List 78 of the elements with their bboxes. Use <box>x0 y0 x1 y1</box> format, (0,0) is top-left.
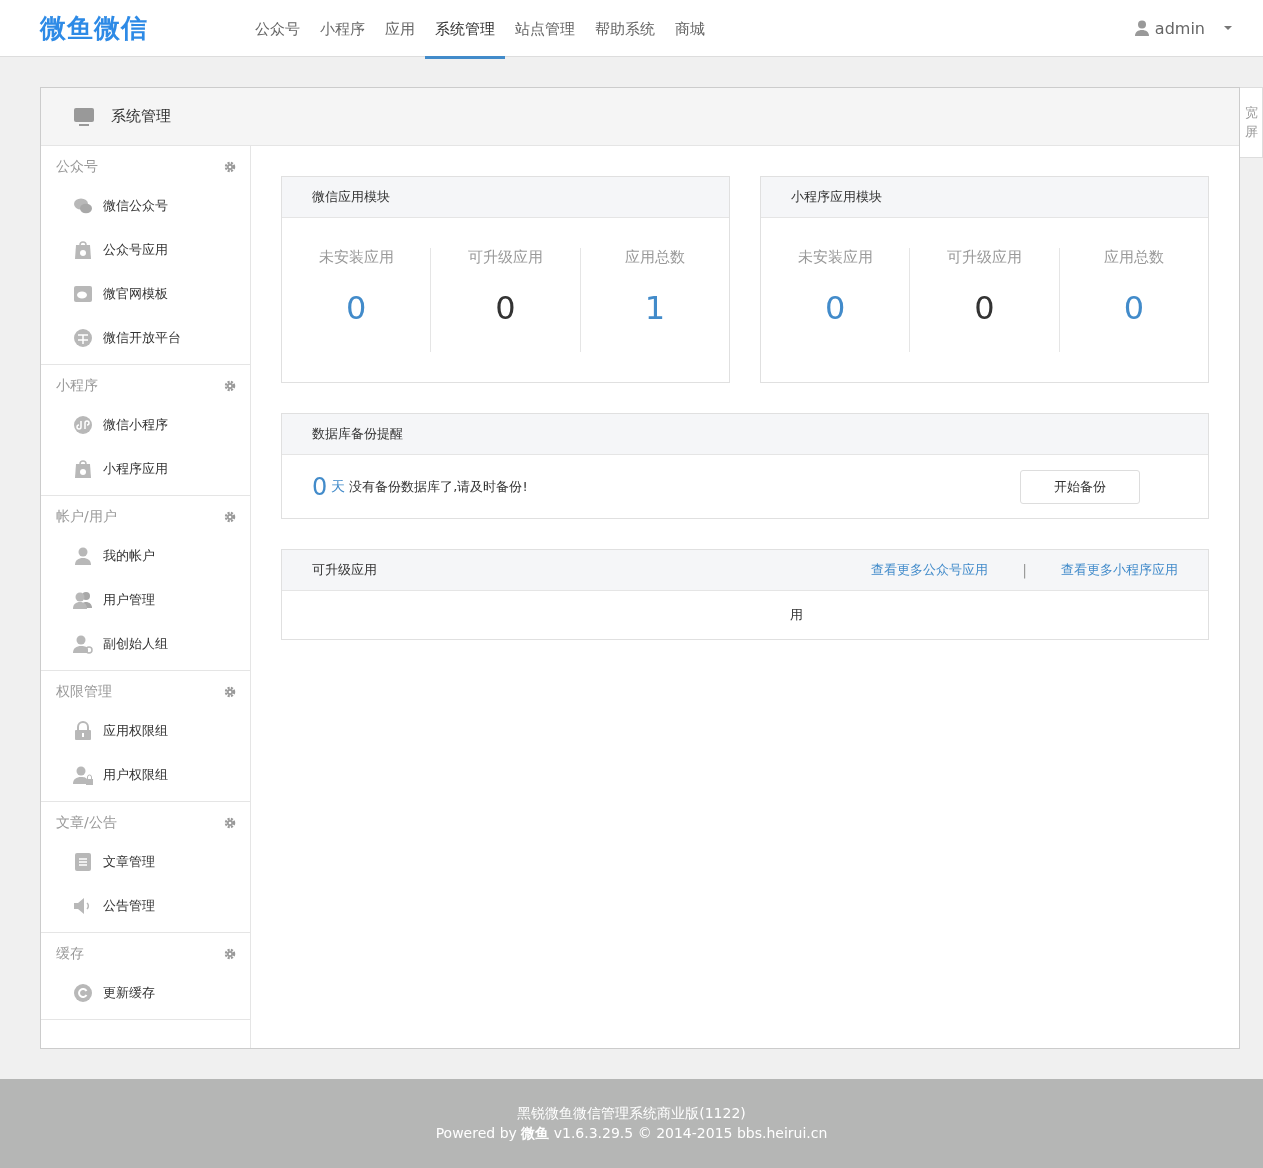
users-icon <box>73 590 93 610</box>
card-title: 可升级应用 <box>312 561 378 579</box>
settings-icon[interactable] <box>224 817 236 829</box>
user-gear-icon <box>73 634 93 654</box>
refresh-icon <box>73 983 93 1003</box>
stat-link[interactable]: 0 <box>825 289 846 327</box>
user-name[interactable]: admin <box>1154 18 1205 38</box>
platform-icon <box>73 328 93 348</box>
sidebar-group-title: 帐户/用户 <box>56 508 117 526</box>
stat-label: 可升级应用 <box>947 248 1022 267</box>
chat-bubbles-icon <box>73 196 93 216</box>
stat-link[interactable]: 0 <box>1123 289 1144 327</box>
sidebar-item[interactable]: 小程序应用 <box>41 447 250 491</box>
sidebar-group-title: 缓存 <box>56 945 84 963</box>
stat-label: 可升级应用 <box>468 248 543 267</box>
card-title: 小程序应用模块 <box>791 188 883 206</box>
sidebar-item[interactable]: 公众号应用 <box>41 228 250 272</box>
more-link[interactable]: 查看更多小程序应用 <box>1061 561 1178 579</box>
bag-icon <box>73 240 93 260</box>
settings-icon[interactable] <box>224 511 236 523</box>
mini-program-icon <box>73 415 93 435</box>
sidebar-group-title: 公众号 <box>56 158 98 176</box>
settings-icon[interactable] <box>224 686 236 698</box>
nav-tab[interactable]: 公众号 <box>245 0 310 59</box>
user-icon <box>1134 20 1149 36</box>
sidebar-item[interactable]: 用户管理 <box>41 578 250 622</box>
nav-tab[interactable]: 站点管理 <box>505 0 585 59</box>
caret-icon[interactable] <box>1223 25 1233 31</box>
start-backup-button[interactable]: 开始备份 <box>1020 469 1140 504</box>
sidebar-item[interactable]: 微信小程序 <box>41 403 250 447</box>
backup-days: 0 <box>312 472 328 501</box>
footer-text: Powered by 微鱼 v1.6.3.29.5 © 2014-2015 bbs.heirui.cn <box>435 1124 828 1143</box>
document-icon <box>73 852 93 872</box>
sidebar-item[interactable]: 微官网模板 <box>41 272 250 316</box>
sidebar-group-title: 小程序 <box>56 377 98 395</box>
logo[interactable]: 微鱼微信 <box>40 10 245 46</box>
sidebar-group-title: 权限管理 <box>56 683 112 701</box>
stat-count: 0 <box>974 289 995 327</box>
card-title: 微信应用模块 <box>312 188 391 206</box>
user-icon <box>73 546 93 566</box>
settings-icon[interactable] <box>224 380 236 392</box>
nav-tab[interactable]: 小程序 <box>310 0 375 59</box>
stat-label: 应用总数 <box>624 248 685 267</box>
sidebar-item[interactable]: 更新缓存 <box>41 971 250 1015</box>
nav-tab[interactable]: 帮助系统 <box>585 0 665 59</box>
stat-label: 应用总数 <box>1103 248 1164 267</box>
sidebar-group-title: 文章/公告 <box>56 814 117 832</box>
card-title: 数据库备份提醒 <box>312 425 404 443</box>
footer-text: 黑锐微鱼微信管理系统商业版(1122) <box>517 1104 746 1123</box>
sidebar-item[interactable]: 微信开放平台 <box>41 316 250 360</box>
user-lock-icon <box>73 765 93 785</box>
bag-icon <box>73 459 93 479</box>
days-unit: 天 <box>331 477 346 496</box>
sidebar-item[interactable]: 副创始人组 <box>41 622 250 666</box>
link-separator: | <box>1022 562 1027 578</box>
sidebar-item[interactable]: 我的帐户 <box>41 534 250 578</box>
nav-tab[interactable]: 商城 <box>665 0 715 59</box>
settings-icon[interactable] <box>224 948 236 960</box>
panel-title: 系统管理 <box>111 107 171 126</box>
nav-tab[interactable]: 应用 <box>375 0 425 59</box>
more-link[interactable]: 查看更多公众号应用 <box>871 561 989 579</box>
stat-link[interactable]: 1 <box>644 289 665 327</box>
nav-tab[interactable]: 系统管理 <box>425 0 505 59</box>
backup-message: 没有备份数据库了,请及时备份! <box>349 477 529 496</box>
sidebar-item[interactable]: 微信公众号 <box>41 184 250 228</box>
stat-label: 未安装应用 <box>797 248 873 267</box>
monitor-icon <box>73 106 95 127</box>
stat-count: 0 <box>495 289 516 327</box>
sidebar-item[interactable]: 用户权限组 <box>41 753 250 797</box>
upgrade-text: 用 <box>790 606 803 624</box>
sidebar-item[interactable]: 应用权限组 <box>41 709 250 753</box>
settings-icon[interactable] <box>224 161 236 173</box>
sidebar-item[interactable]: 公告管理 <box>41 884 250 928</box>
sidebar-item[interactable]: 文章管理 <box>41 840 250 884</box>
stat-label: 未安装应用 <box>318 248 394 267</box>
template-icon <box>73 284 93 304</box>
lock-icon <box>73 721 93 741</box>
stat-link[interactable]: 0 <box>346 289 367 327</box>
